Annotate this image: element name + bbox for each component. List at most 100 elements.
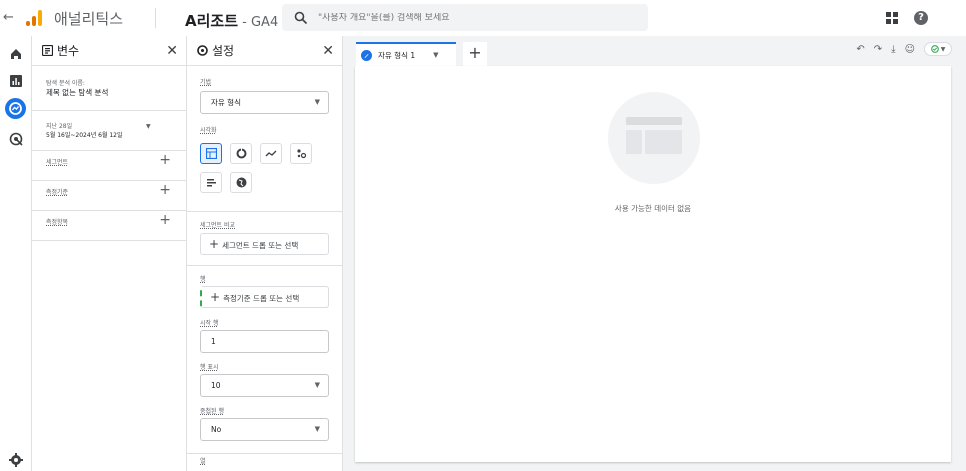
start-row-label: 시작 행 [200, 320, 219, 327]
metrics-row: 측정항목 + [32, 211, 187, 241]
add-tab-button[interactable]: + [463, 42, 487, 66]
technique-section: 기법 자유 형식 ▼ 시각화 [187, 66, 342, 212]
search-input[interactable] [318, 12, 618, 23]
technique-label: 기법 [200, 79, 212, 86]
columns-label: 열 [200, 458, 206, 465]
donut-viz-button[interactable] [230, 143, 252, 164]
arrow-left-icon[interactable]: ← [3, 10, 14, 25]
analytics-logo-icon [24, 8, 44, 28]
show-rows-value: 10 [211, 381, 221, 390]
close-icon[interactable]: ✕ [166, 43, 178, 59]
empty-sheet: 사용 가능한 데이터 없음 [355, 66, 951, 462]
explore-icon[interactable] [5, 98, 26, 119]
dimension-dropzone[interactable]: + 측정기준 드롭 또는 선택 [200, 286, 329, 308]
status-check-button[interactable]: ▼ [924, 42, 952, 56]
line-chart-icon [265, 150, 277, 157]
search-icon [294, 11, 308, 24]
property-name[interactable]: A리조트 - GA4 [185, 10, 278, 31]
rows-section: 행 + 측정기준 드롭 또는 선택 시작 행 1 행 표시 10 ▼ 중첩된 행 … [187, 266, 342, 454]
caret-down-icon: ▼ [314, 98, 320, 106]
canvas-toolbar: ↶ ↷ ⤓ ☺ ▼ [856, 42, 952, 56]
caret-down-icon: ▼ [940, 45, 946, 53]
variables-icon [42, 45, 53, 56]
segment-compare-label: 세그먼트 비교 [200, 222, 236, 229]
variables-title: 변수 [57, 44, 80, 58]
app-name: 애널리틱스 [54, 10, 124, 28]
nested-rows-value: No [211, 425, 222, 434]
plus-icon: + [209, 237, 220, 251]
settings-panel-header: 설정 ✕ [187, 36, 342, 66]
settings-title: 설정 [212, 44, 235, 58]
visualization-label: 시각화 [200, 127, 217, 134]
empty-table-icon [626, 117, 682, 154]
segments-label: 세그먼트 [46, 159, 69, 166]
dimensions-label: 측정기준 [46, 189, 69, 196]
home-icon[interactable] [8, 46, 24, 62]
plus-icon: + [210, 290, 221, 304]
settings-panel: 설정 ✕ 기법 자유 형식 ▼ 시각화 세그먼트 비교 + 세그먼트 드롭 또는… [187, 36, 343, 471]
download-icon[interactable]: ⤓ [891, 44, 895, 55]
settings-gear-icon[interactable] [8, 452, 24, 468]
add-dimension-icon[interactable]: + [159, 182, 171, 198]
exploration-name[interactable]: 제목 없는 탐색 분석 [46, 87, 108, 98]
redo-icon[interactable]: ↷ [874, 44, 882, 55]
apps-grid-icon[interactable] [886, 12, 898, 24]
close-icon[interactable]: ✕ [322, 43, 334, 59]
show-rows-select[interactable]: 10 ▼ [200, 374, 329, 397]
undo-icon[interactable]: ↶ [856, 44, 864, 55]
add-segment-icon[interactable]: + [159, 152, 171, 168]
segment-dropzone[interactable]: + 세그먼트 드롭 또는 선택 [200, 233, 329, 255]
exploration-canvas: 자유 형식 1 ▼ + ↶ ↷ ⤓ ☺ ▼ 사용 가능한 데이터 없음 [343, 36, 966, 471]
tab-freeform-1[interactable]: 자유 형식 1 ▼ [356, 42, 456, 66]
start-row-value: 1 [211, 337, 216, 346]
date-range-section[interactable]: 지난 28일 5월 16일~2024년 6월 12일 ▼ [32, 111, 187, 151]
nested-rows-label: 중첩된 행 [200, 408, 224, 415]
line-viz-button[interactable] [260, 143, 282, 164]
show-rows-label: 행 표시 [200, 364, 219, 371]
search-bar[interactable] [282, 4, 648, 31]
exploration-name-section[interactable]: 탐색 분석 이름: 제목 없는 탐색 분석 [32, 66, 187, 111]
caret-down-icon: ▼ [314, 381, 320, 389]
check-circle-icon [930, 45, 939, 53]
header-divider [155, 8, 156, 28]
dimension-drop-text: 측정기준 드롭 또는 선택 [223, 294, 300, 303]
caret-down-icon[interactable]: ▼ [433, 51, 438, 59]
segment-drop-text: 세그먼트 드롭 또는 선택 [222, 241, 299, 250]
technique-select[interactable]: 자유 형식 ▼ [200, 91, 329, 114]
left-nav [0, 36, 31, 471]
reports-icon[interactable] [8, 73, 24, 89]
bar-chart-icon [206, 179, 216, 187]
caret-down-icon: ▼ [314, 425, 320, 433]
dimensions-row: 측정기준 + [32, 181, 187, 211]
share-user-icon[interactable]: ☺ [905, 44, 915, 55]
settings-icon [197, 45, 208, 56]
advertising-icon[interactable] [8, 131, 24, 147]
add-metric-icon[interactable]: + [159, 212, 171, 228]
chevron-down-icon[interactable]: ▼ [146, 123, 151, 130]
date-range[interactable]: 5월 16일~2024년 6월 12일 [46, 130, 123, 139]
rows-label: 행 [200, 276, 206, 283]
edit-pencil-icon [361, 49, 372, 61]
tab-label: 자유 형식 1 [378, 50, 416, 60]
empty-message: 사용 가능한 데이터 없음 [614, 204, 692, 213]
empty-state-illustration [608, 92, 700, 184]
exploration-name-label: 탐색 분석 이름: [46, 80, 85, 87]
scatter-viz-button[interactable] [290, 143, 312, 164]
variables-panel: 변수 ✕ 탐색 분석 이름: 제목 없는 탐색 분석 지난 28일 5월 16일… [31, 36, 187, 471]
help-icon[interactable]: ? [914, 11, 928, 25]
bar-viz-button[interactable] [200, 172, 222, 193]
variables-panel-header: 변수 ✕ [32, 36, 186, 66]
segment-compare-section: 세그먼트 비교 + 세그먼트 드롭 또는 선택 [187, 212, 342, 266]
globe-icon [236, 177, 246, 188]
table-icon [205, 148, 217, 159]
table-viz-button[interactable] [200, 143, 222, 164]
technique-value: 자유 형식 [211, 98, 241, 107]
donut-chart-icon [236, 148, 246, 159]
start-row-input[interactable]: 1 [200, 330, 329, 353]
date-label: 지난 28일 [46, 123, 73, 130]
metrics-label: 측정항목 [46, 219, 69, 226]
scatter-plot-icon [296, 149, 306, 159]
nested-rows-select[interactable]: No ▼ [200, 418, 329, 441]
geo-viz-button[interactable] [230, 172, 252, 193]
segments-row: 세그먼트 + [32, 151, 187, 181]
